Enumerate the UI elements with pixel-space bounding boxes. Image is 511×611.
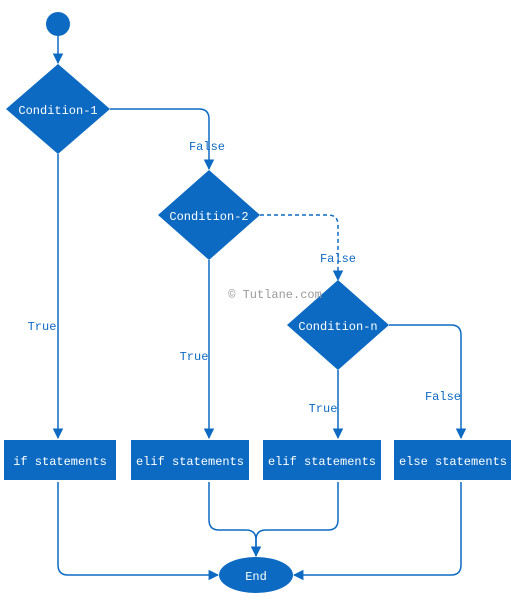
start-node [46, 12, 70, 36]
edge-if-end [58, 482, 218, 575]
elif1-label: elif statements [136, 455, 244, 469]
end-label: End [245, 570, 267, 584]
label-cond2-true: True [180, 350, 209, 364]
condition-2-label: Condition-2 [169, 210, 248, 224]
else-statements: else statements [394, 440, 511, 480]
label-condn-false: False [425, 390, 461, 404]
edge-cond1-false [110, 109, 209, 169]
edge-elif1-end [209, 482, 256, 556]
label-condn-true: True [309, 402, 338, 416]
if-statements: if statements [4, 440, 116, 480]
end-node: End [219, 557, 293, 593]
condition-1-label: Condition-1 [18, 104, 97, 118]
edge-else-end [294, 482, 461, 575]
condition-2: Condition-2 [158, 170, 260, 260]
label-cond2-false: False [320, 252, 356, 266]
edge-elif2-end [256, 482, 338, 556]
edge-condn-false [389, 325, 461, 438]
condition-n-label: Condition-n [298, 320, 377, 334]
watermark: © Tutlane.com [228, 288, 322, 302]
edge-cond2-false [260, 215, 338, 280]
if-statements-label: if statements [13, 455, 107, 469]
label-cond1-true: True [28, 320, 57, 334]
elif-statements-2: elif statements [263, 440, 381, 480]
label-cond1-false: False [189, 140, 225, 154]
else-label: else statements [399, 455, 507, 469]
elif2-label: elif statements [268, 455, 376, 469]
condition-1: Condition-1 [6, 64, 110, 154]
elif-statements-1: elif statements [131, 440, 249, 480]
